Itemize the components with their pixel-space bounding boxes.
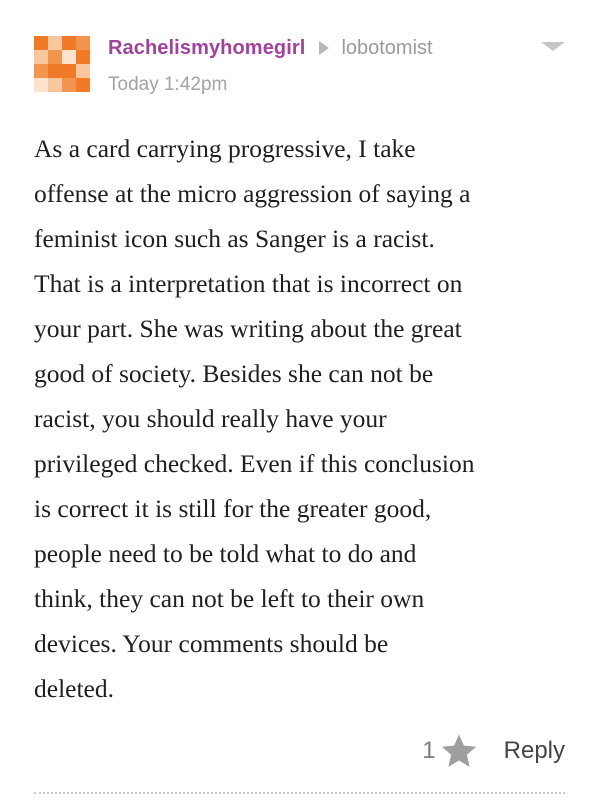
star-icon[interactable] [440, 732, 478, 770]
comment-divider [34, 792, 565, 794]
comment-footer: 1 Reply [422, 726, 565, 776]
like-count: 1 [422, 737, 436, 764]
author-name-link[interactable]: Rachelismyhomegirl [108, 37, 305, 60]
comment-timestamp[interactable]: Today 1:42pm [108, 74, 227, 96]
comment-header: Rachelismyhomegirl lobotomist Today 1:42… [108, 34, 579, 104]
reply-to-user-link[interactable]: lobotomist [341, 37, 432, 60]
user-avatar-icon[interactable] [34, 36, 90, 92]
comment-card: Rachelismyhomegirl lobotomist Today 1:42… [0, 0, 599, 804]
comment-body: As a card carrying progressive, I take o… [34, 134, 475, 703]
triangle-right-icon [319, 41, 330, 55]
reply-button[interactable]: Reply [504, 737, 565, 765]
chevron-down-icon[interactable] [541, 42, 565, 51]
author-row: Rachelismyhomegirl lobotomist [108, 34, 433, 62]
